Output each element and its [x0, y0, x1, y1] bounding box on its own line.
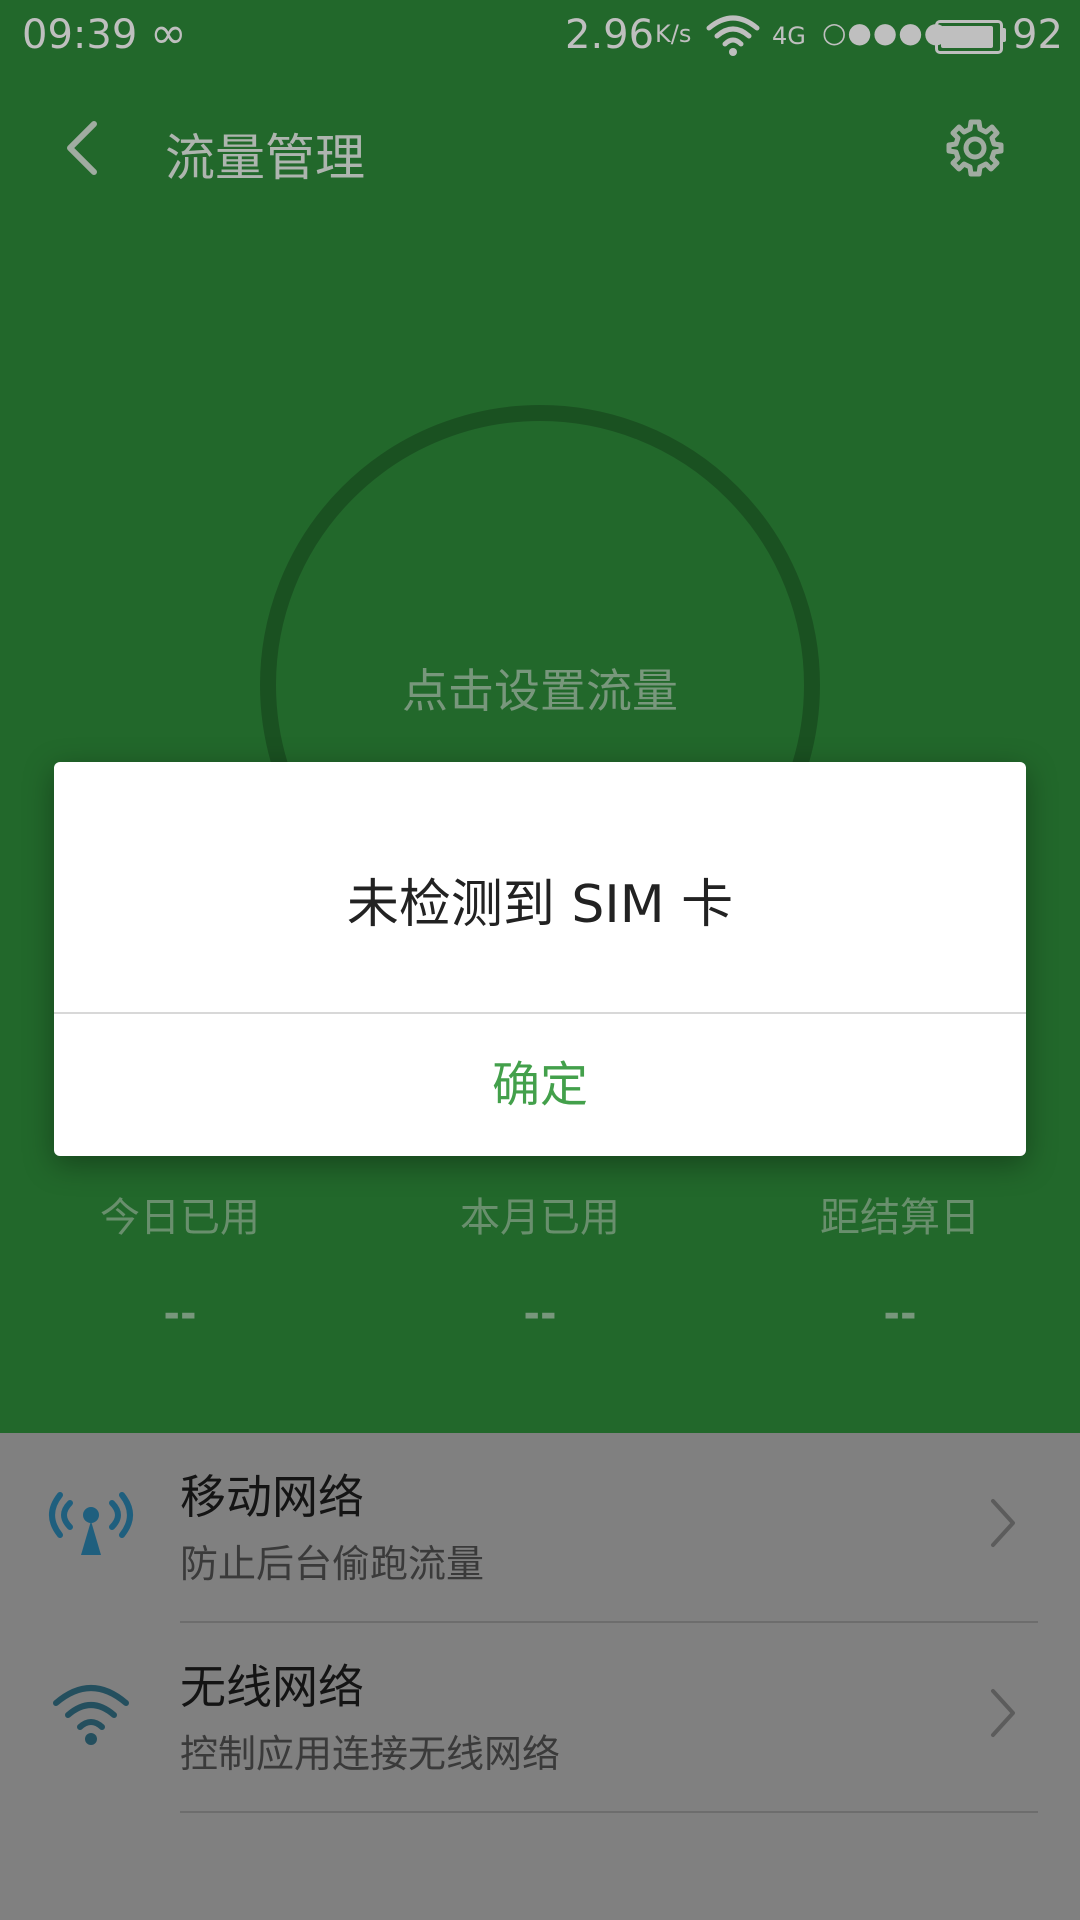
chevron-right-icon: [991, 1499, 1015, 1547]
dialog-message: 未检测到 SIM 卡: [346, 875, 734, 935]
list-item-wireless-network[interactable]: 无线网络 控制应用连接无线网络: [0, 1623, 1080, 1811]
item-title: 无线网络: [180, 1660, 364, 1714]
item-subtitle: 控制应用连接无线网络: [180, 1732, 561, 1776]
header-background: 09:39 ∞ 2.96 K/s 4G ○●●●● 92 流量管理 点击设置流量…: [0, 0, 1080, 1433]
settings-list: 移动网络 防止后台偷跑流量 无线网络 控制应用连接无线网络: [0, 1433, 1080, 1920]
divider: [180, 1811, 1038, 1813]
chevron-right-icon: [991, 1689, 1015, 1737]
confirm-button[interactable]: 确定: [54, 1014, 1026, 1156]
no-sim-dialog: 未检测到 SIM 卡 确定: [54, 762, 1026, 1156]
item-subtitle: 防止后台偷跑流量: [180, 1542, 485, 1586]
header-dim-overlay: [0, 0, 1080, 1433]
item-title: 移动网络: [180, 1470, 364, 1524]
wifi-icon: [53, 1685, 129, 1745]
list-item-mobile-network[interactable]: 移动网络 防止后台偷跑流量: [0, 1433, 1080, 1621]
antenna-icon: [49, 1492, 133, 1555]
